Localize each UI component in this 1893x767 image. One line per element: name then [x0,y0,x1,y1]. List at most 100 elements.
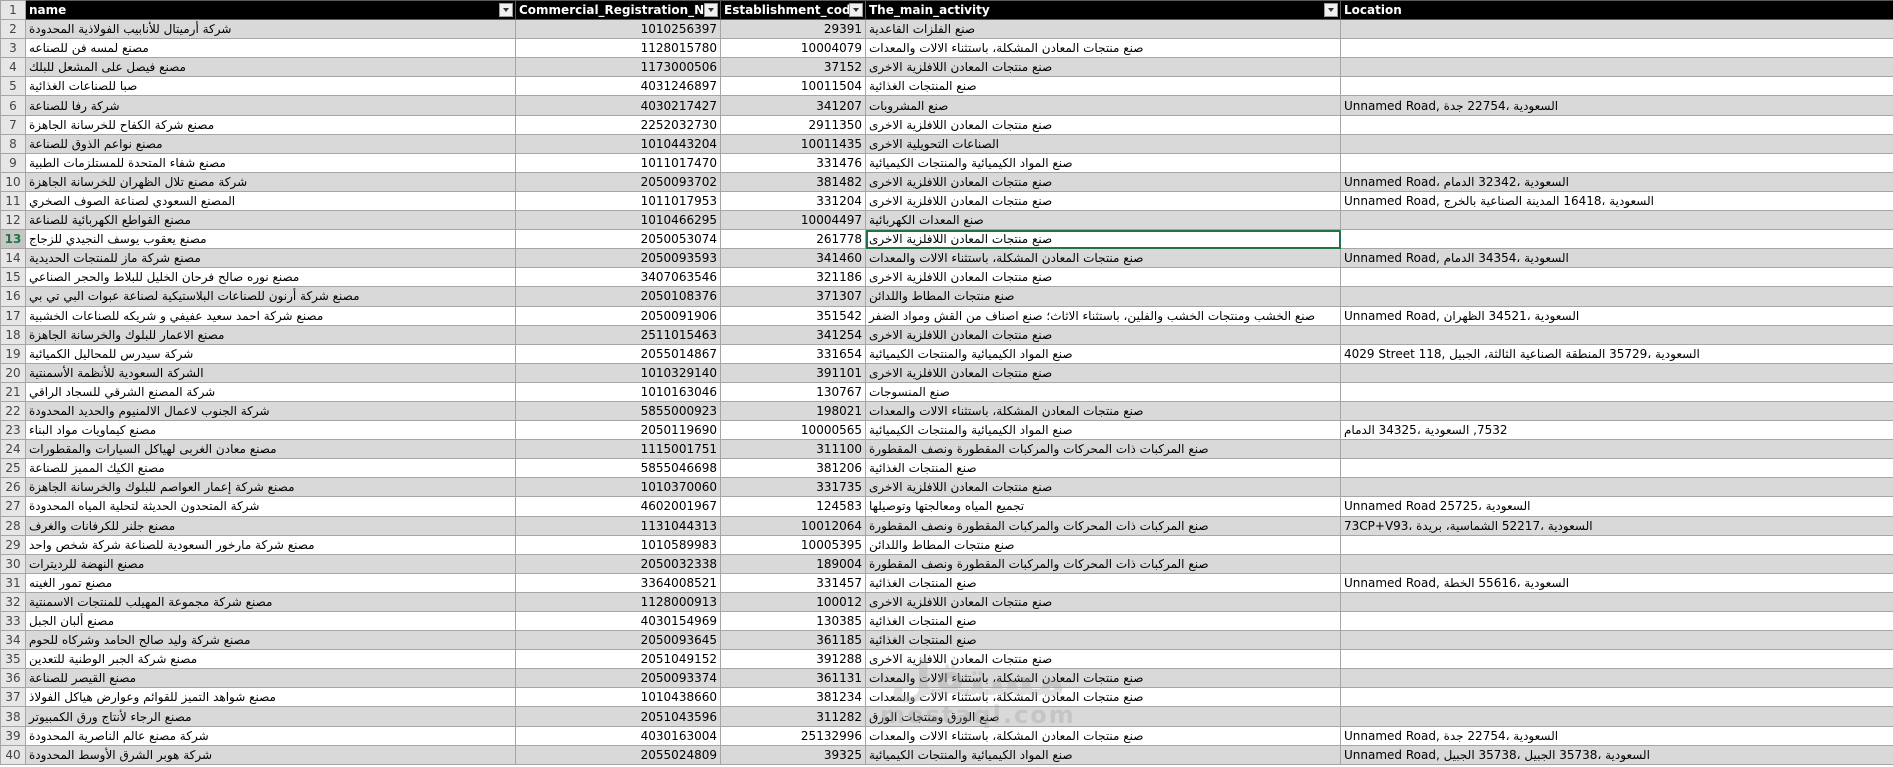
row-number[interactable]: 16 [0,286,26,307]
cell-location[interactable] [1340,362,1893,383]
cell-establishment-code[interactable]: 10005395 [720,534,866,555]
row-number[interactable]: 3 [0,38,26,59]
cell-main-activity[interactable]: صنع منتجات المعادن المشكلة، باستثناء الا… [865,400,1341,422]
cell-name[interactable]: الشركة السعودية للأنظمة الأسمنتية [25,362,516,383]
row-number[interactable]: 18 [0,324,26,345]
cell-establishment-code[interactable]: 261778 [720,229,866,250]
cell-establishment-code[interactable]: 341460 [720,248,866,269]
cell-location[interactable]: 4029 Street 118, السعودية ،35729 المنطقة… [1340,343,1893,364]
cell-main-activity[interactable]: صنع المعدات الكهربائية [865,210,1341,231]
cell-name[interactable]: شركة رفا للصناعة [25,95,516,116]
cell-main-activity[interactable]: صنع منتجات المعادن المشكلة، باستثناء الا… [865,38,1341,59]
cell-name[interactable]: مصنع شركة الجبر الوطنية للتعدين [25,649,516,670]
cell-establishment-code[interactable]: 130767 [720,381,866,402]
cell-location[interactable]: Unnamed Road, السعودية ،35738 الجبيل ،35… [1340,744,1893,765]
cell-location[interactable]: Unnamed Road 25725، السعودية [1340,496,1893,517]
cell-establishment-code[interactable]: 29391 [720,19,866,40]
cell-establishment-code[interactable]: 37152 [720,57,866,78]
row-number[interactable]: 11 [0,190,26,212]
cell-commercial-registration-no[interactable]: 1128000913 [515,591,721,613]
cell-establishment-code[interactable]: 361131 [720,668,866,689]
cell-main-activity[interactable]: صنع الورق ومنتجات الورق [865,706,1341,727]
cell-main-activity[interactable]: صنع منتجات المعادن اللافلزية الاخرى [865,362,1341,383]
cell-name[interactable]: مصنع نوره صالح فرحان الخليل للبلاط والحج… [25,267,516,288]
cell-commercial-registration-no[interactable]: 1173000506 [515,57,721,78]
row-number[interactable]: 33 [0,610,26,632]
cell-main-activity[interactable]: صنع منتجات المطاط واللدائن [865,534,1341,555]
cell-establishment-code[interactable]: 371307 [720,286,866,307]
row-number[interactable]: 8 [0,133,26,154]
cell-commercial-registration-no[interactable]: 2055014867 [515,343,721,364]
row-number-header[interactable]: 1 [0,0,26,21]
cell-name[interactable]: شركة المتحدون الحديثة لتحلية المياه المح… [25,496,516,517]
cell-commercial-registration-no[interactable]: 2050093593 [515,248,721,269]
cell-commercial-registration-no[interactable]: 3407063546 [515,267,721,288]
column-header-activity[interactable]: The_main_activity [865,0,1341,21]
row-number[interactable]: 26 [0,477,26,498]
cell-location[interactable]: Unnamed Road، السعودية ،32342 الدمام [1340,171,1893,192]
cell-location[interactable] [1340,668,1893,689]
cell-name[interactable]: مصنع شركة مجموعة المهيلب للمنتجات الاسمن… [25,591,516,613]
cell-commercial-registration-no[interactable]: 1010589983 [515,534,721,555]
cell-location[interactable] [1340,687,1893,708]
cell-location[interactable]: 73CP+V93، السعودية ،52217 الشماسية، بريد… [1340,515,1893,536]
row-number[interactable]: 34 [0,630,26,651]
cell-name[interactable]: شركة سيدرس للمحاليل الكميائية [25,343,516,364]
cell-commercial-registration-no[interactable]: 1128015780 [515,38,721,59]
row-number[interactable]: 2 [0,19,26,40]
cell-commercial-registration-no[interactable]: 2050093645 [515,630,721,651]
cell-name[interactable]: مصنع شركة مارخور السعودية للصناعة شركة ش… [25,534,516,555]
cell-establishment-code[interactable]: 321186 [720,267,866,288]
cell-establishment-code[interactable]: 10012064 [720,515,866,536]
cell-commercial-registration-no[interactable]: 2050119690 [515,420,721,441]
cell-establishment-code[interactable]: 341207 [720,95,866,116]
cell-location[interactable] [1340,57,1893,78]
row-number[interactable]: 10 [0,171,26,192]
cell-main-activity[interactable]: صنع منتجات المعادن اللافلزية الاخرى [865,324,1341,345]
cell-name[interactable]: مصنع شواهد التميز للقوائم وعوارض هياكل ا… [25,687,516,708]
cell-name[interactable]: مصنع تمور الغينه [25,572,516,593]
cell-location[interactable] [1340,477,1893,498]
row-number[interactable]: 15 [0,267,26,288]
cell-commercial-registration-no[interactable]: 2050093702 [515,171,721,192]
cell-establishment-code[interactable]: 391288 [720,649,866,670]
cell-main-activity[interactable]: صنع منتجات المعادن المشكلة، باستثناء الا… [865,668,1341,689]
cell-establishment-code[interactable]: 391101 [720,362,866,383]
cell-establishment-code[interactable]: 331654 [720,343,866,364]
cell-commercial-registration-no[interactable]: 2050032338 [515,553,721,574]
cell-name[interactable]: مصنع جلنر للكرفانات والغرف [25,515,516,536]
cell-location[interactable] [1340,267,1893,288]
row-number[interactable]: 5 [0,76,26,97]
row-number[interactable]: 14 [0,248,26,269]
cell-main-activity[interactable]: صنع المنتجات الغذائية [865,458,1341,479]
cell-establishment-code[interactable]: 331735 [720,477,866,498]
cell-location[interactable]: Unnamed Road, السعودية ،55616 الخطة [1340,572,1893,593]
cell-main-activity[interactable]: صنع منتجات المعادن اللافلزية الاخرى [865,591,1341,613]
row-number[interactable]: 30 [0,553,26,574]
filter-dropdown-icon[interactable] [499,3,513,17]
cell-name[interactable]: مصنع لمسه فن للصناعه [25,38,516,59]
filter-dropdown-icon[interactable] [704,3,718,17]
cell-commercial-registration-no[interactable]: 1115001751 [515,439,721,460]
cell-establishment-code[interactable]: 198021 [720,400,866,422]
column-header-name[interactable]: name [25,0,516,21]
row-number[interactable]: 21 [0,381,26,402]
cell-location[interactable]: Unnamed Road, السعودية ،34521 الظهران [1340,305,1893,326]
cell-establishment-code[interactable]: 100012 [720,591,866,613]
filter-dropdown-icon[interactable] [849,3,863,17]
cell-name[interactable]: مصنع القيصر للصناعة [25,668,516,689]
cell-commercial-registration-no[interactable]: 1010163046 [515,381,721,402]
row-number[interactable]: 28 [0,515,26,536]
cell-commercial-registration-no[interactable]: 1010466295 [515,210,721,231]
cell-main-activity[interactable]: صنع منتجات المطاط واللدائن [865,286,1341,307]
cell-main-activity[interactable]: صنع منتجات المعادن اللافلزية الاخرى [865,229,1341,250]
cell-location[interactable] [1340,534,1893,555]
cell-location[interactable]: 7532, السعودية ،34325 الدمام [1340,420,1893,441]
row-number[interactable]: 35 [0,649,26,670]
cell-establishment-code[interactable]: 351542 [720,305,866,326]
cell-location[interactable] [1340,76,1893,97]
cell-name[interactable]: المصنع السعودي لصناعة الصوف الصخري [25,190,516,212]
cell-commercial-registration-no[interactable]: 5855000923 [515,400,721,422]
cell-commercial-registration-no[interactable]: 1011017953 [515,190,721,212]
cell-main-activity[interactable]: صنع المنتجات الغذائية [865,610,1341,632]
